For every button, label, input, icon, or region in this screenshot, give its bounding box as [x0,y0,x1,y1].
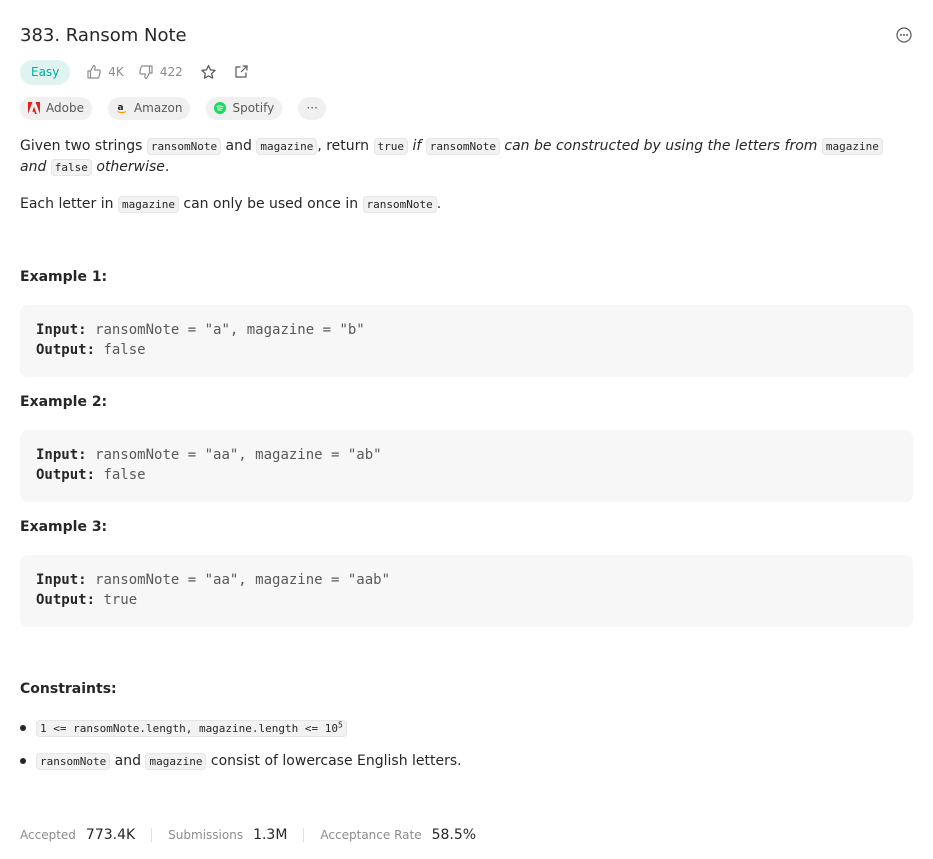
constraints-list: 1 <= ransomNote.length, magazine.length … [20,716,462,782]
company-tag-spotify[interactable]: Spotify [206,96,283,120]
superscript: 5 [338,719,343,729]
text: Given two strings [20,138,147,154]
title-row: 383. Ransom Note [20,22,913,48]
example-title: Example 3: [20,519,108,535]
text: Each letter in [20,196,118,212]
text: otherwise [96,159,165,175]
text: and [221,138,257,154]
inline-code: ransomNote [362,196,437,213]
inline-code: ransomNote [425,138,500,155]
input-label: Input: [36,572,87,588]
example-output: true [103,592,138,608]
dislike-count: 422 [159,65,183,79]
constraint-item: 1 <= ransomNote.length, magazine.length … [20,716,462,740]
text: can only be used once in [178,196,363,212]
company-name: Adobe [46,101,84,115]
output-label: Output: [36,342,96,358]
meta-row: Easy 4K 422 [20,59,254,85]
text: can be constructed by using the letters … [499,138,822,154]
input-label: Input: [36,322,87,338]
like-count: 4K [108,65,124,79]
inline-code: 1 <= ransomNote.length, magazine.length … [36,719,347,737]
inline-code: true [373,138,408,155]
amazon-logo-icon: a [117,103,127,114]
company-name: Amazon [133,101,183,115]
company-tag-amazon[interactable]: a Amazon [107,96,191,120]
text: , return [317,138,374,154]
stats-footer: Accepted 773.4K Submissions 1.3M Accepta… [20,825,476,845]
example-output: false [103,467,146,483]
difficulty-badge: Easy [20,59,71,85]
inline-code: magazine [821,138,883,155]
example-input: ransomNote = "aa", magazine = "ab" [95,447,382,463]
acceptance-rate-label: Acceptance Rate [320,828,422,842]
more-companies-button[interactable]: ··· [298,96,327,120]
text: and [110,753,146,769]
text: and [20,159,51,175]
text: 1 <= ransomNote.length, magazine.length … [40,721,339,735]
inline-code: magazine [145,752,207,770]
acceptance-rate-value: 58.5% [431,827,477,843]
constraint-item: ransomNote and magazine consist of lower… [20,749,462,773]
submissions-value: 1.3M [253,827,288,843]
text: if [408,138,426,154]
text: consist of lowercase English letters. [206,753,462,769]
submissions-label: Submissions [168,828,244,842]
inline-code: ransomNote [36,752,111,770]
accepted-value: 773.4K [85,827,136,843]
constraints-title: Constraints: [20,681,117,697]
input-label: Input: [36,447,87,463]
problem-title[interactable]: 383. Ransom Note [20,25,187,46]
example-title: Example 1: [20,269,108,285]
star-icon [201,64,216,79]
example-output: false [103,342,146,358]
inline-code: ransomNote [146,138,222,155]
more-options-icon[interactable] [895,26,913,44]
share-icon [235,65,248,78]
company-tags: Adobe a Amazon Spotify ··· [20,96,327,120]
example-box: Input: ransomNote = "aa", magazine = "ab… [20,430,913,502]
company-name: Spotify [232,101,275,115]
spotify-logo-icon [214,102,227,114]
dislike-button[interactable]: 422 [131,60,190,85]
company-tag-adobe[interactable]: Adobe [20,96,92,120]
example-box: Input: ransomNote = "a", magazine = "b" … [20,305,913,377]
inline-code: false [50,159,92,176]
divider [303,828,305,842]
inline-code: magazine [256,138,318,155]
text: . [436,196,442,212]
output-label: Output: [36,592,96,608]
example-box: Input: ransomNote = "aa", magazine = "aa… [20,555,913,627]
problem-description: Given two strings ransomNote and magazin… [20,136,913,215]
adobe-logo-icon [28,102,40,114]
text: . [164,159,170,175]
thumbs-up-icon [87,64,102,79]
share-button[interactable] [228,59,254,85]
favorite-button[interactable] [196,59,222,85]
example-input: ransomNote = "aa", magazine = "aab" [95,572,391,588]
example-input: ransomNote = "a", magazine = "b" [95,322,365,338]
like-button[interactable]: 4K [79,60,131,85]
example-title: Example 2: [20,394,108,410]
accepted-label: Accepted [20,828,76,842]
description-paragraph: Each letter in magazine can only be used… [20,194,913,215]
output-label: Output: [36,467,96,483]
thumbs-down-icon [138,65,153,80]
inline-code: magazine [117,196,179,213]
description-paragraph: Given two strings ransomNote and magazin… [20,136,913,178]
divider [151,828,153,842]
